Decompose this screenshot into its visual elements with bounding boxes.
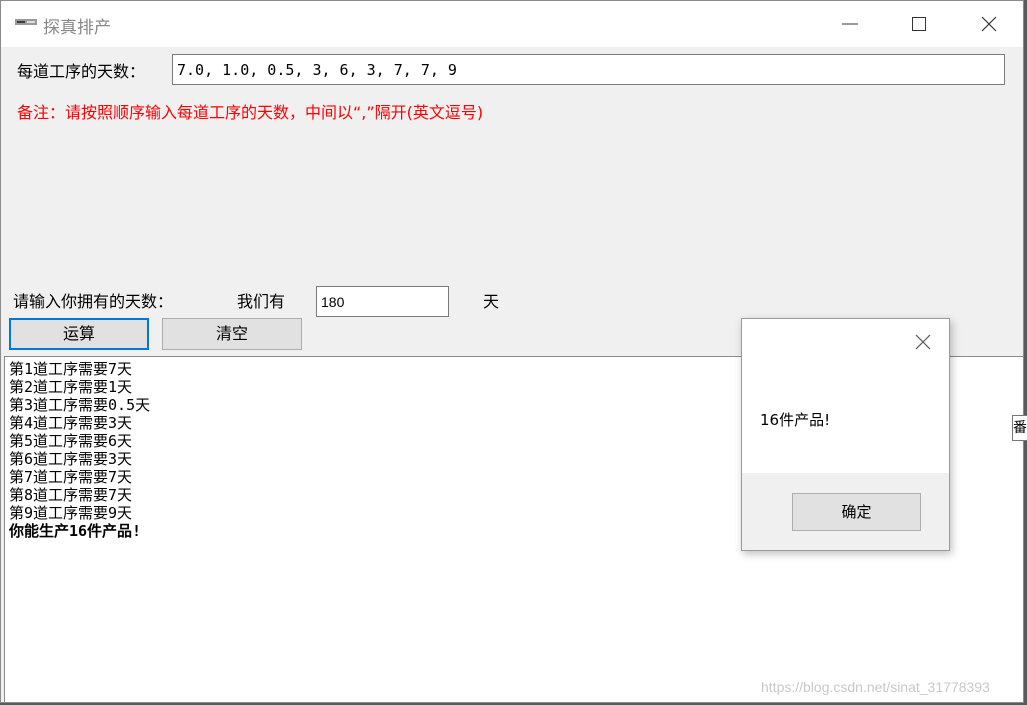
output-lines: 第1道工序需要7天 第2道工序需要1天 第3道工序需要0.5天 第4道工序需要3… [9,360,150,540]
side-tab[interactable]: 番 [1012,415,1027,441]
output-line: 第1道工序需要7天 [9,360,133,378]
we-have-label: 我们有 [237,292,286,311]
close-icon [981,16,997,32]
days-unit-label: 天 [483,292,500,311]
steps-label: 每道工序的天数： [17,62,146,81]
output-line: 第3道工序需要0.5天 [9,396,151,414]
clear-button[interactable]: 清空 [162,318,302,350]
watermark: https://blog.csdn.net/sinat_31778393 [761,679,990,695]
output-line: 第4道工序需要3天 [9,414,133,432]
maximize-icon [912,17,926,31]
message-footer: 确定 [742,473,949,550]
output-line: 第8道工序需要7天 [9,486,133,504]
message-box: 16件产品! 确定 [741,318,950,551]
days-input[interactable] [316,286,449,317]
calculate-button[interactable]: 运算 [9,318,149,350]
steps-input[interactable] [172,54,1005,85]
message-close-button[interactable] [912,331,934,353]
output-line: 第2道工序需要1天 [9,378,133,396]
maximize-button[interactable] [896,1,942,47]
output-line: 第6道工序需要3天 [9,450,133,468]
days-label: 请输入你拥有的天数： [13,292,174,311]
app-icon [15,19,37,25]
output-line: 第5道工序需要6天 [9,432,133,450]
minimize-icon [842,23,858,25]
minimize-button[interactable] [827,1,873,47]
message-text: 16件产品! [760,411,831,429]
output-line: 第9道工序需要9天 [9,504,133,522]
output-result: 你能生产16件产品! [9,522,142,540]
close-button[interactable] [966,1,1012,47]
title-bar[interactable]: 探真排产 [1,1,1023,47]
window-title: 探真排产 [43,18,111,38]
output-line: 第7道工序需要7天 [9,468,133,486]
ok-button[interactable]: 确定 [792,493,921,531]
input-note: 备注：请按照顺序输入每道工序的天数，中间以“,”隔开(英文逗号) [17,103,484,122]
close-icon [915,334,931,350]
